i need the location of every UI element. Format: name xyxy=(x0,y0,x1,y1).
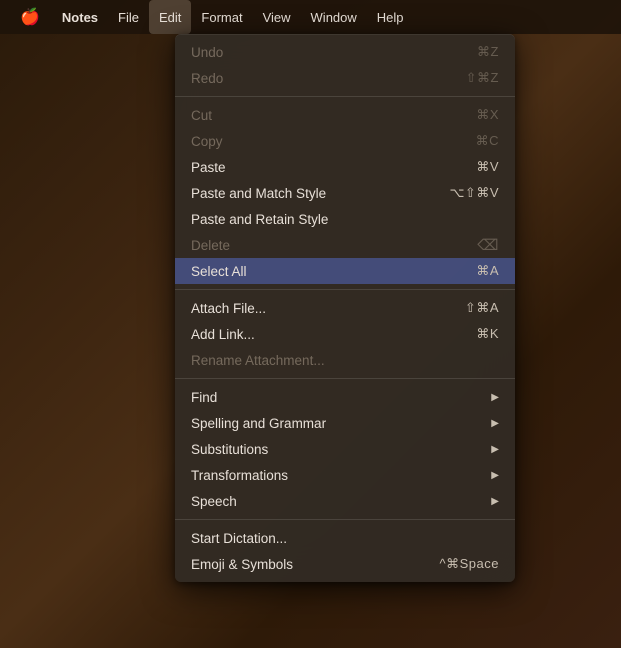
menu-item-cut[interactable]: Cut ⌘X xyxy=(175,102,515,128)
separator-2 xyxy=(175,289,515,290)
menu-item-find[interactable]: Find ▶ xyxy=(175,384,515,410)
separator-4 xyxy=(175,519,515,520)
menu-item-undo[interactable]: Undo ⌘Z xyxy=(175,39,515,65)
menu-item-rename-attachment[interactable]: Rename Attachment... xyxy=(175,347,515,373)
edit-menu-dropdown: Undo ⌘Z Redo ⇧⌘Z Cut ⌘X Copy ⌘C Paste ⌘V… xyxy=(175,34,515,582)
menubar-item-format[interactable]: Format xyxy=(191,0,252,34)
menu-item-attach-file[interactable]: Attach File... ⇧⌘A xyxy=(175,295,515,321)
menubar-item-view[interactable]: View xyxy=(253,0,301,34)
separator-3 xyxy=(175,378,515,379)
menu-item-delete[interactable]: Delete ⌫ xyxy=(175,232,515,258)
menu-item-paste-match[interactable]: Paste and Match Style ⌥⇧⌘V xyxy=(175,180,515,206)
menu-item-redo[interactable]: Redo ⇧⌘Z xyxy=(175,65,515,91)
menu-item-substitutions[interactable]: Substitutions ▶ xyxy=(175,436,515,462)
menu-item-copy[interactable]: Copy ⌘C xyxy=(175,128,515,154)
menu-item-spelling-grammar[interactable]: Spelling and Grammar ▶ xyxy=(175,410,515,436)
menu-item-paste-retain[interactable]: Paste and Retain Style xyxy=(175,206,515,232)
menu-item-speech[interactable]: Speech ▶ xyxy=(175,488,515,514)
menubar-item-file[interactable]: File xyxy=(108,0,149,34)
menu-item-paste[interactable]: Paste ⌘V xyxy=(175,154,515,180)
apple-menu-item[interactable]: 🍎 xyxy=(8,0,52,34)
menubar-item-edit[interactable]: Edit xyxy=(149,0,191,34)
menubar: 🍎 Notes File Edit Format View Window Hel… xyxy=(0,0,621,34)
apple-icon: 🍎 xyxy=(20,7,40,27)
menu-item-transformations[interactable]: Transformations ▶ xyxy=(175,462,515,488)
menubar-item-window[interactable]: Window xyxy=(301,0,367,34)
menu-item-emoji-symbols[interactable]: Emoji & Symbols ^⌘Space xyxy=(175,551,515,577)
menu-item-start-dictation[interactable]: Start Dictation... xyxy=(175,525,515,551)
menubar-item-notes[interactable]: Notes xyxy=(52,0,108,34)
menubar-item-help[interactable]: Help xyxy=(367,0,414,34)
menu-item-select-all[interactable]: Select All ⌘A xyxy=(175,258,515,284)
menu-item-add-link[interactable]: Add Link... ⌘K xyxy=(175,321,515,347)
separator-1 xyxy=(175,96,515,97)
